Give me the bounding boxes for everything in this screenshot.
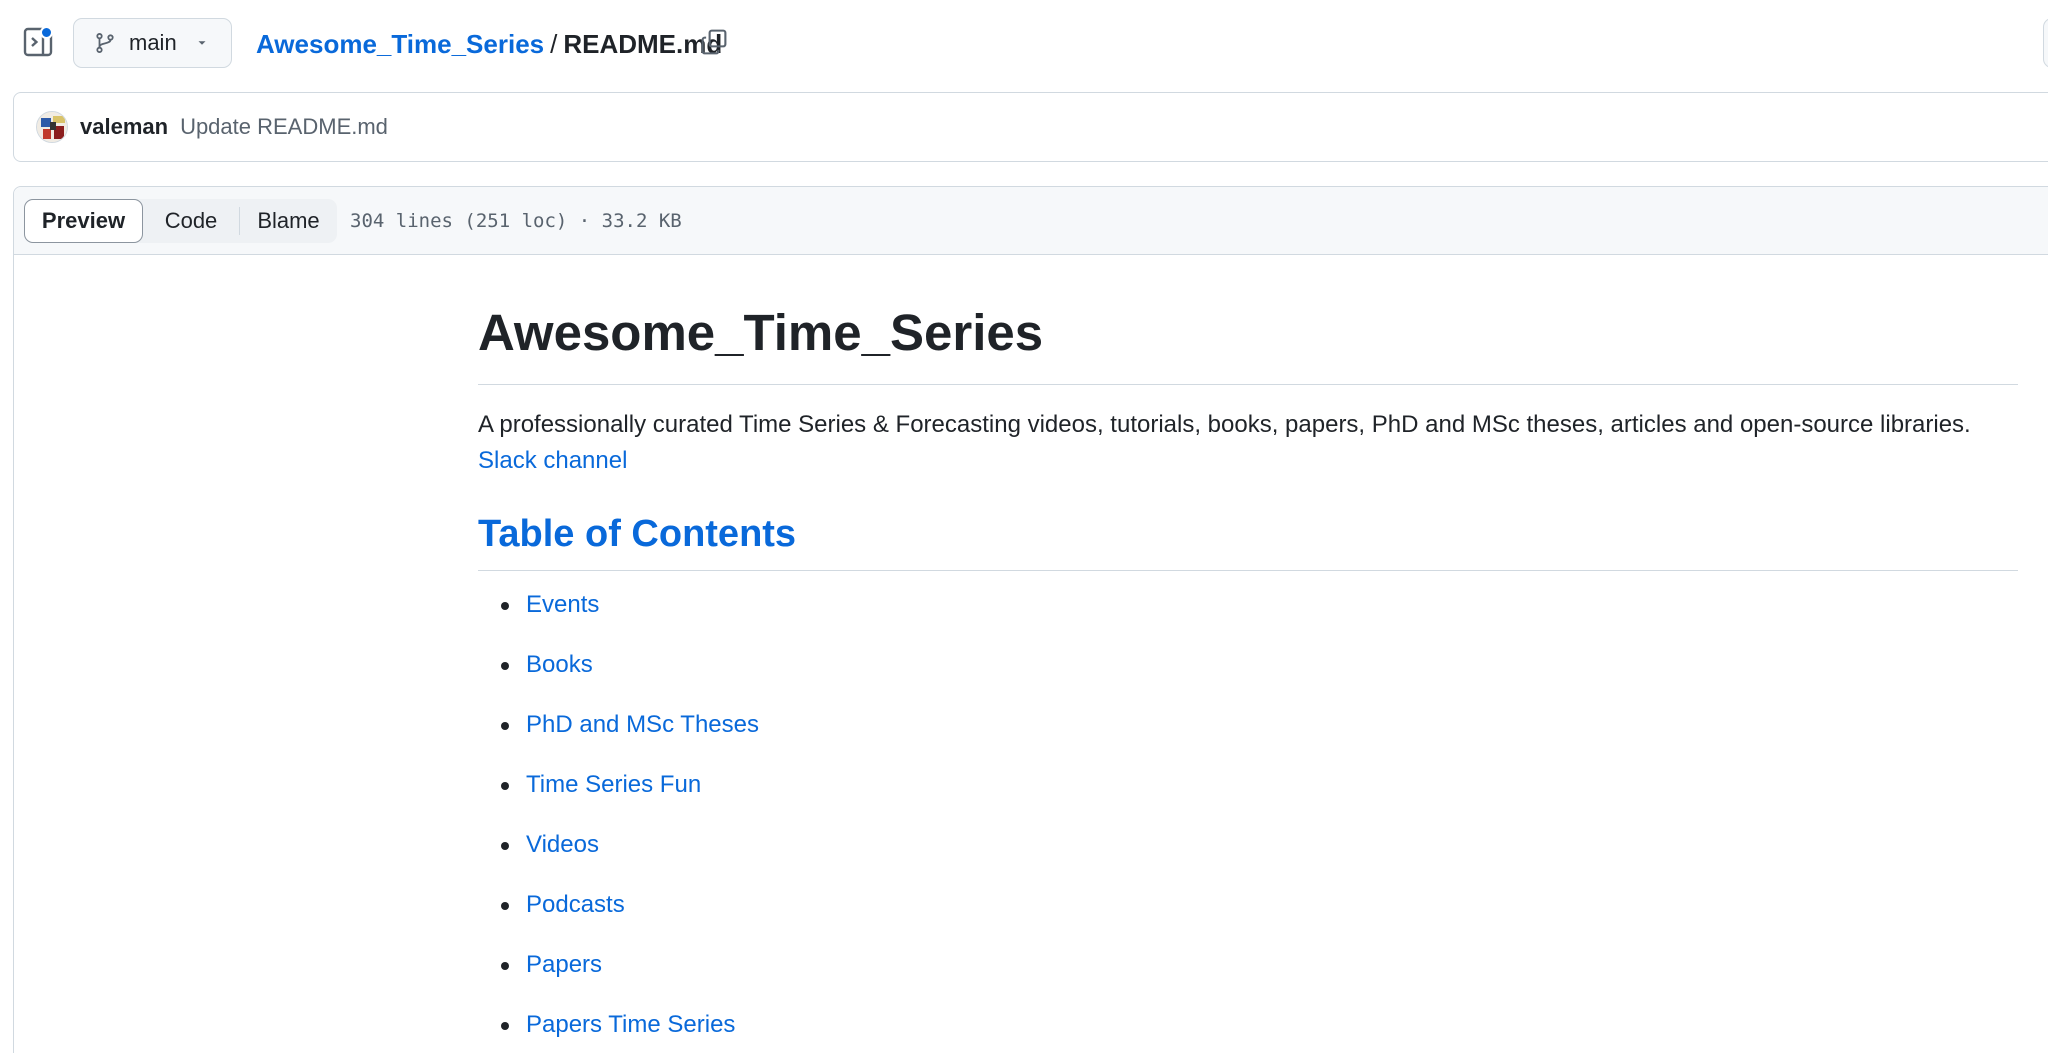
bullet (501, 962, 509, 970)
file-viewer: Preview Code Blame 304 lines (251 loc) ·… (13, 186, 2048, 1053)
toc-list: Events Books PhD and MSc Theses Time Ser… (478, 585, 2018, 1053)
toc-link-podcasts[interactable]: Podcasts (526, 891, 625, 918)
breadcrumb-file-name: README.md (563, 28, 723, 59)
copy-path-button[interactable] (700, 28, 730, 58)
latest-commit-bar: valeman Update README.md (13, 92, 2048, 162)
tab-blame[interactable]: Blame (239, 206, 337, 235)
tab-code[interactable]: Code (143, 199, 239, 243)
header-actions-button[interactable] (2043, 18, 2048, 68)
list-item: Time Series Fun (478, 765, 2018, 825)
readme-description: A professionally curated Time Series & F… (478, 407, 2018, 479)
toc-link-theses[interactable]: PhD and MSc Theses (526, 711, 759, 738)
list-item: Podcasts (478, 885, 2018, 945)
bullet (501, 722, 509, 730)
bullet (501, 662, 509, 670)
tab-preview[interactable]: Preview (24, 198, 143, 243)
list-item: Events (478, 585, 2018, 645)
bullet (501, 602, 509, 610)
bullet (501, 782, 509, 790)
github-file-page: main Awesome_Time_Series / README.md val… (0, 0, 2048, 1053)
toc-link-videos[interactable]: Videos (526, 831, 599, 858)
list-item: Papers (478, 945, 2018, 1005)
commit-message-link[interactable]: Update README.md (180, 114, 388, 140)
readme-title: Awesome_Time_Series (478, 303, 2018, 385)
file-viewer-header: Preview Code Blame 304 lines (251 loc) ·… (14, 187, 2048, 255)
sidebar-toggle-button[interactable] (22, 26, 54, 58)
copy-icon (701, 29, 727, 55)
branch-name: main (129, 30, 177, 55)
file-info: 304 lines (251 loc) · 33.2 KB (350, 209, 682, 232)
toc-heading-link[interactable]: Table of Contents (478, 513, 2018, 571)
breadcrumb: Awesome_Time_Series / README.md (256, 26, 722, 62)
list-item: Papers Time Series (478, 1005, 2018, 1053)
bullet (501, 842, 509, 850)
toc-link-papers[interactable]: Papers (526, 951, 602, 978)
bullet (501, 1022, 509, 1030)
toc-link-papers-time-series[interactable]: Papers Time Series (526, 1011, 735, 1038)
list-item: Videos (478, 825, 2018, 885)
notification-dot (40, 26, 53, 39)
list-item: Books (478, 645, 2018, 705)
file-header: main Awesome_Time_Series / README.md (0, 0, 2048, 86)
toc-link-time-series-fun[interactable]: Time Series Fun (526, 771, 701, 798)
breadcrumb-separator: / (550, 28, 558, 59)
caret-down-icon (198, 41, 206, 45)
commit-author-link[interactable]: valeman (80, 114, 168, 140)
bullet (501, 902, 509, 910)
branch-selector-button[interactable]: main (73, 18, 232, 68)
slack-channel-link[interactable]: Slack channel (478, 447, 627, 474)
avatar-image (37, 112, 67, 142)
toc-link-books[interactable]: Books (526, 651, 593, 678)
list-item: PhD and MSc Theses (478, 705, 2018, 765)
view-mode-segmented-control: Preview Code Blame (24, 198, 337, 243)
description-text: A professionally curated Time Series & F… (478, 411, 1971, 438)
toc-link-events[interactable]: Events (526, 591, 599, 618)
breadcrumb-repo-link[interactable]: Awesome_Time_Series (256, 29, 544, 60)
git-branch-icon (96, 33, 114, 53)
avatar[interactable] (36, 111, 68, 143)
